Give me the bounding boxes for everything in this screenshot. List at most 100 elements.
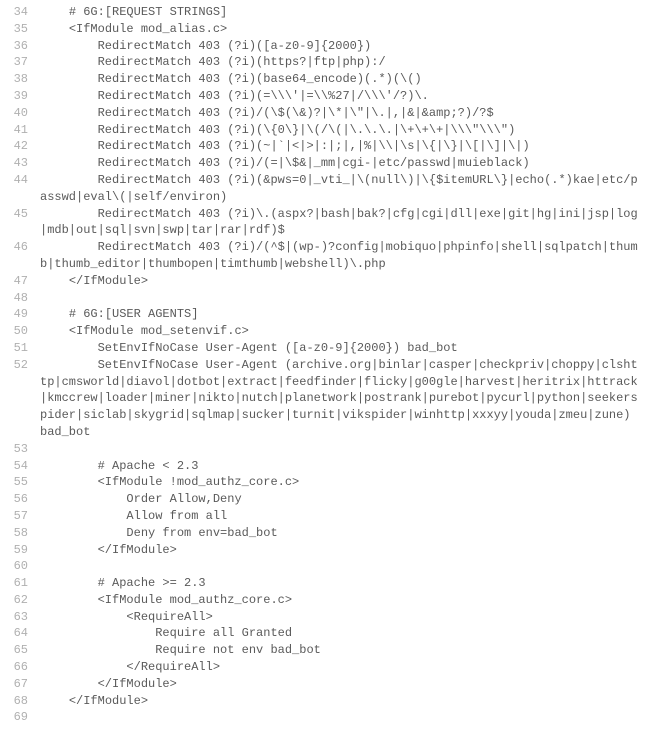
line-number: 49 [0,306,40,323]
line-number: 58 [0,525,40,542]
code-line: 35 <IfModule mod_alias.c> [0,21,650,38]
line-content: RedirectMatch 403 (?i)(=\\\'|=\\%27|/\\\… [40,88,650,105]
code-line: 34 # 6G:[REQUEST STRINGS] [0,4,650,21]
line-number: 45 [0,206,40,223]
line-content: Order Allow,Deny [40,491,650,508]
line-content: </IfModule> [40,693,650,710]
code-line: 59 </IfModule> [0,542,650,559]
line-content: <IfModule mod_authz_core.c> [40,592,650,609]
code-line: 47 </IfModule> [0,273,650,290]
code-line: 55 <IfModule !mod_authz_core.c> [0,474,650,491]
line-content: # Apache < 2.3 [40,458,650,475]
line-number: 38 [0,71,40,88]
code-line: 39 RedirectMatch 403 (?i)(=\\\'|=\\%27|/… [0,88,650,105]
code-line: 40 RedirectMatch 403 (?i)/(\$(\&)?|\*|\"… [0,105,650,122]
line-content: RedirectMatch 403 (?i)(https?|ftp|php):/ [40,54,650,71]
line-number: 55 [0,474,40,491]
line-content: SetEnvIfNoCase User-Agent (archive.org|b… [40,357,650,441]
code-line: 57 Allow from all [0,508,650,525]
code-line: 68 </IfModule> [0,693,650,710]
line-content: Require not env bad_bot [40,642,650,659]
line-number: 56 [0,491,40,508]
line-number: 64 [0,625,40,642]
line-content: RedirectMatch 403 (?i)/(\$(\&)?|\*|\"|\.… [40,105,650,122]
code-line: 46 RedirectMatch 403 (?i)/(^$|(wp-)?conf… [0,239,650,273]
code-line: 44 RedirectMatch 403 (?i)(&pws=0|_vti_|\… [0,172,650,206]
line-number: 48 [0,290,40,307]
code-line: 60 [0,558,650,575]
code-line: 65 Require not env bad_bot [0,642,650,659]
code-line: 42 RedirectMatch 403 (?i)(~|`|<|>|:|;|,|… [0,138,650,155]
line-content: # Apache >= 2.3 [40,575,650,592]
line-number: 54 [0,458,40,475]
code-line: 62 <IfModule mod_authz_core.c> [0,592,650,609]
line-number: 52 [0,357,40,374]
code-line: 67 </IfModule> [0,676,650,693]
line-content: # 6G:[USER AGENTS] [40,306,650,323]
line-number: 62 [0,592,40,609]
line-content: # 6G:[REQUEST STRINGS] [40,4,650,21]
line-content: <IfModule !mod_authz_core.c> [40,474,650,491]
line-number: 37 [0,54,40,71]
code-block: 34 # 6G:[REQUEST STRINGS]35 <IfModule mo… [0,4,650,726]
code-line: 61 # Apache >= 2.3 [0,575,650,592]
line-number: 41 [0,122,40,139]
line-content: SetEnvIfNoCase User-Agent ([a-z0-9]{2000… [40,340,650,357]
line-content: RedirectMatch 403 (?i)\.(aspx?|bash|bak?… [40,206,650,240]
line-content: </IfModule> [40,542,650,559]
line-number: 42 [0,138,40,155]
line-content: <IfModule mod_alias.c> [40,21,650,38]
line-number: 39 [0,88,40,105]
code-line: 50 <IfModule mod_setenvif.c> [0,323,650,340]
code-line: 51 SetEnvIfNoCase User-Agent ([a-z0-9]{2… [0,340,650,357]
code-line: 41 RedirectMatch 403 (?i)(\{0\}|\(/\(|\.… [0,122,650,139]
code-line: 54 # Apache < 2.3 [0,458,650,475]
line-content: RedirectMatch 403 (?i)(~|`|<|>|:|;|,|%|\… [40,138,650,155]
line-content: Require all Granted [40,625,650,642]
line-number: 50 [0,323,40,340]
line-content: RedirectMatch 403 (?i)(&pws=0|_vti_|\(nu… [40,172,650,206]
line-number: 47 [0,273,40,290]
line-number: 34 [0,4,40,21]
line-content: RedirectMatch 403 (?i)/(=|\$&|_mm|cgi-|e… [40,155,650,172]
line-number: 36 [0,38,40,55]
line-content: </IfModule> [40,273,650,290]
line-number: 46 [0,239,40,256]
line-content: Deny from env=bad_bot [40,525,650,542]
code-line: 36 RedirectMatch 403 (?i)([a-z0-9]{2000}… [0,38,650,55]
line-content: </RequireAll> [40,659,650,676]
line-number: 61 [0,575,40,592]
line-content: RedirectMatch 403 (?i)/(^$|(wp-)?config|… [40,239,650,273]
line-content: Allow from all [40,508,650,525]
code-line: 43 RedirectMatch 403 (?i)/(=|\$&|_mm|cgi… [0,155,650,172]
line-content: RedirectMatch 403 (?i)(\{0\}|\(/\(|\.\.\… [40,122,650,139]
code-line: 53 [0,441,650,458]
line-number: 65 [0,642,40,659]
line-number: 60 [0,558,40,575]
line-content: RedirectMatch 403 (?i)(base64_encode)(.*… [40,71,650,88]
line-number: 43 [0,155,40,172]
line-number: 44 [0,172,40,189]
line-content: RedirectMatch 403 (?i)([a-z0-9]{2000}) [40,38,650,55]
code-line: 38 RedirectMatch 403 (?i)(base64_encode)… [0,71,650,88]
line-number: 63 [0,609,40,626]
code-line: 64 Require all Granted [0,625,650,642]
line-number: 67 [0,676,40,693]
line-number: 51 [0,340,40,357]
line-number: 40 [0,105,40,122]
code-line: 63 <RequireAll> [0,609,650,626]
code-line: 37 RedirectMatch 403 (?i)(https?|ftp|php… [0,54,650,71]
code-line: 52 SetEnvIfNoCase User-Agent (archive.or… [0,357,650,441]
line-number: 59 [0,542,40,559]
code-line: 69 [0,709,650,726]
line-content: <IfModule mod_setenvif.c> [40,323,650,340]
code-line: 66 </RequireAll> [0,659,650,676]
code-line: 48 [0,290,650,307]
line-number: 57 [0,508,40,525]
line-number: 68 [0,693,40,710]
code-line: 58 Deny from env=bad_bot [0,525,650,542]
code-line: 45 RedirectMatch 403 (?i)\.(aspx?|bash|b… [0,206,650,240]
code-line: 56 Order Allow,Deny [0,491,650,508]
line-number: 53 [0,441,40,458]
line-number: 66 [0,659,40,676]
